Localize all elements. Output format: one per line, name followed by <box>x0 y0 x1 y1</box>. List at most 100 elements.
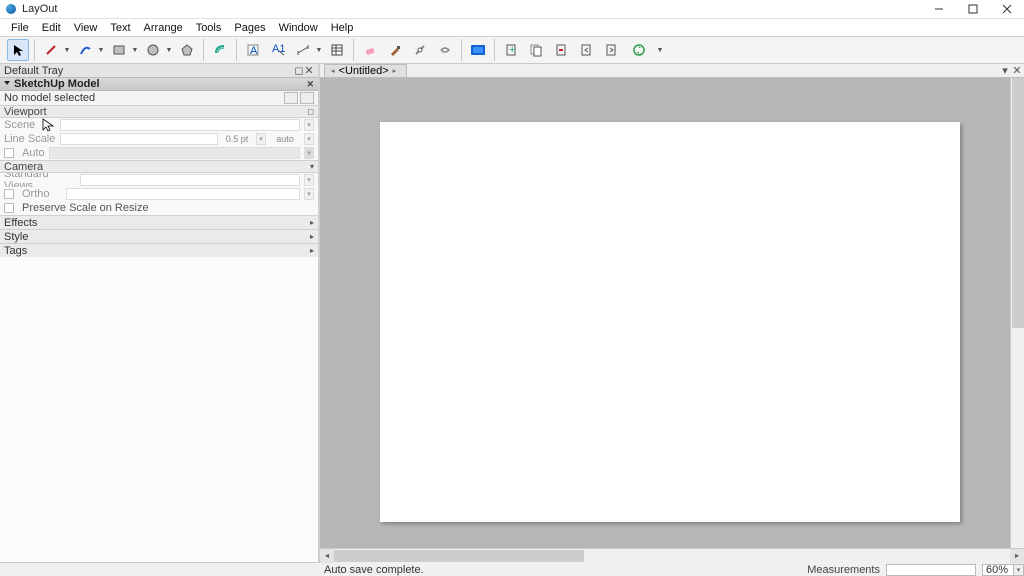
camera-arrow-icon: ▾ <box>310 162 314 171</box>
label-tool-icon[interactable]: A1 <box>267 39 289 61</box>
menu-text[interactable]: Text <box>105 21 135 35</box>
tab-scroll-dd-icon[interactable]: ▾ <box>1000 64 1010 77</box>
line-tool-icon[interactable] <box>40 39 62 61</box>
line-scale-value[interactable]: 0.5 pt <box>222 134 252 144</box>
standard-views-dd-icon[interactable]: ▾ <box>304 174 314 186</box>
zoom-dropdown-icon[interactable]: ▾ <box>1013 565 1023 575</box>
menu-window[interactable]: Window <box>274 21 323 35</box>
polygon-tool-icon[interactable] <box>176 39 198 61</box>
preserve-label: Preserve Scale on Resize <box>22 202 149 214</box>
canvas-area: ◂ <Untitled> ▸ ▾ ✕ ◂ ▸ <box>320 64 1024 562</box>
scene-row: Scene ▾ <box>0 118 318 132</box>
line-scale-row: Line Scale 0.5 pt ▾ auto ▾ <box>0 132 318 146</box>
minimize-button[interactable] <box>922 0 956 19</box>
svg-text:A1: A1 <box>272 43 285 55</box>
ortho-field[interactable] <box>66 188 300 200</box>
next-page-icon[interactable] <box>600 39 622 61</box>
remove-page-icon[interactable] <box>550 39 572 61</box>
hscroll-left-icon[interactable]: ◂ <box>320 549 334 563</box>
rect-dropdown-icon[interactable]: ▼ <box>131 47 139 54</box>
model-render-icon[interactable] <box>300 92 314 104</box>
maximize-button[interactable] <box>956 0 990 19</box>
prev-page-icon[interactable] <box>575 39 597 61</box>
page[interactable] <box>380 122 960 522</box>
svg-text:+: + <box>509 44 515 56</box>
dimension-tool-icon[interactable] <box>292 39 314 61</box>
menu-help[interactable]: Help <box>326 21 359 35</box>
ortho-row: Ortho ▾ <box>0 187 318 201</box>
hscroll-thumb[interactable] <box>334 550 584 562</box>
scene-field[interactable] <box>60 119 300 131</box>
join-tool-icon[interactable] <box>434 39 456 61</box>
ortho-checkbox[interactable] <box>4 189 14 199</box>
line-scale-label: Line Scale <box>4 133 56 145</box>
scene-label: Scene <box>4 119 56 131</box>
vertical-scrollbar[interactable] <box>1010 78 1024 548</box>
scene-dropdown-icon[interactable]: ▾ <box>304 119 314 131</box>
menu-pages[interactable]: Pages <box>229 21 270 35</box>
auto-dd-icon[interactable]: ▾ <box>304 147 314 159</box>
vscroll-thumb[interactable] <box>1012 78 1024 328</box>
tray-close-icon[interactable]: ✕ <box>304 64 314 77</box>
select-tool-icon[interactable] <box>7 39 29 61</box>
arc-tool-icon[interactable] <box>74 39 96 61</box>
effects-section[interactable]: Effects ▸ <box>0 215 318 229</box>
canvas-viewport[interactable] <box>320 78 1024 548</box>
menu-arrange[interactable]: Arrange <box>139 21 188 35</box>
line-scale-slider[interactable] <box>60 133 218 145</box>
circle-tool-icon[interactable] <box>142 39 164 61</box>
effects-arrow-icon: ▸ <box>310 218 314 227</box>
menu-file[interactable]: File <box>6 21 34 35</box>
viewport-section[interactable]: Viewport ◻ <box>0 105 318 118</box>
add-page-icon[interactable]: + <box>500 39 522 61</box>
line-scale-mode-dd-icon[interactable]: ▾ <box>304 133 314 145</box>
tab-close-icon[interactable]: ✕ <box>1012 64 1022 77</box>
sync-dropdown-icon[interactable]: ▼ <box>656 47 664 54</box>
rect-tool-icon[interactable] <box>108 39 130 61</box>
menu-view[interactable]: View <box>69 21 103 35</box>
tab-caret-icon: ◂ <box>331 67 335 75</box>
style-tool-icon[interactable] <box>384 39 406 61</box>
style-section[interactable]: Style ▸ <box>0 229 318 243</box>
close-button[interactable] <box>990 0 1024 19</box>
auto-field[interactable] <box>49 147 300 159</box>
model-open-icon[interactable] <box>284 92 298 104</box>
document-tab[interactable]: ◂ <Untitled> ▸ <box>324 64 407 77</box>
sync-icon[interactable] <box>625 39 655 61</box>
line-dropdown-icon[interactable]: ▼ <box>63 47 71 54</box>
auto-checkbox[interactable] <box>4 148 14 158</box>
line-scale-dd-icon[interactable]: ▾ <box>256 133 266 145</box>
split-tool-icon[interactable] <box>409 39 431 61</box>
hscroll-right-icon[interactable]: ▸ <box>1010 549 1024 563</box>
panel-caret-icon <box>4 81 10 88</box>
text-tool-icon[interactable]: A <box>242 39 264 61</box>
ortho-dd-icon[interactable]: ▾ <box>304 188 314 200</box>
menu-tools[interactable]: Tools <box>191 21 227 35</box>
tray-pin-icon[interactable]: ◻ <box>294 64 304 77</box>
tray-titlebar[interactable]: Default Tray ◻✕ <box>0 64 318 77</box>
panel-sketchup-model[interactable]: SketchUp Model ✕ <box>0 77 318 91</box>
presentation-icon[interactable] <box>467 39 489 61</box>
menu-edit[interactable]: Edit <box>37 21 66 35</box>
line-scale-mode[interactable]: auto <box>270 134 300 144</box>
dimension-dropdown-icon[interactable]: ▼ <box>315 47 323 54</box>
measurements-label: Measurements <box>807 564 880 576</box>
offset-tool-icon[interactable] <box>209 39 231 61</box>
horizontal-scrollbar[interactable]: ◂ ▸ <box>320 548 1024 562</box>
tags-section[interactable]: Tags ▸ <box>0 243 318 257</box>
panel-close-icon[interactable]: ✕ <box>306 79 314 90</box>
preserve-checkbox[interactable] <box>4 203 14 213</box>
duplicate-page-icon[interactable] <box>525 39 547 61</box>
measurements-field[interactable] <box>886 564 976 576</box>
style-arrow-icon: ▸ <box>310 232 314 241</box>
tags-label: Tags <box>4 245 27 257</box>
standard-views-field[interactable] <box>80 174 300 186</box>
table-tool-icon[interactable] <box>326 39 348 61</box>
svg-text:A: A <box>250 45 258 57</box>
zoom-field[interactable]: 60% ▾ <box>982 564 1024 576</box>
erase-tool-icon[interactable] <box>359 39 381 61</box>
hscroll-track[interactable] <box>334 549 1010 563</box>
circle-dropdown-icon[interactable]: ▼ <box>165 47 173 54</box>
camera-section[interactable]: Camera ▾ <box>0 160 318 173</box>
arc-dropdown-icon[interactable]: ▼ <box>97 47 105 54</box>
